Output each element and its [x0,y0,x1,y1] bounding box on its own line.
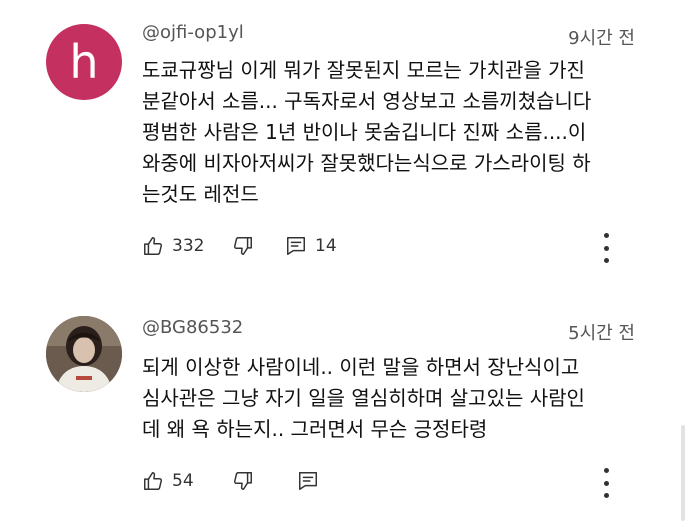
more-vert-icon[interactable] [601,233,611,263]
comment-line: 도쿄규짱님 이게 뭐가 잘못된지 모르는 가치관을 가진 [142,58,585,82]
reply-button[interactable] [297,466,319,496]
avatar[interactable] [46,316,122,392]
comment-text: 도쿄규짱님 이게 뭐가 잘못된지 모르는 가치관을 가진 분같아서 소름... … [142,55,652,210]
like-count: 332 [172,236,205,256]
username[interactable]: @BG86532 [142,317,243,338]
thumbs-up-icon [144,237,163,255]
scrollbar[interactable] [681,425,685,521]
comment-line: 심사관은 그냥 자기 일을 열심히하며 살고있는 사람인 [142,386,585,410]
comment-line: 되게 이상한 사람이네.. 이런 말을 하면서 장난식이고 [142,355,580,379]
comment-text: 되게 이상한 사람이네.. 이런 말을 하면서 장난식이고 심사관은 그냥 자기… [142,352,652,445]
comment-line: 와중에 비자아저씨가 잘못했다는식으로 가스라이팅 하 [142,151,591,175]
reply-button[interactable]: 14 [285,231,337,261]
avatar-letter: h [69,35,99,89]
dislike-button[interactable] [232,466,254,496]
comment-line: 분같아서 소름... 구독자로서 영상보고 소름끼쳤습니다 [142,89,592,113]
avatar[interactable]: h [46,24,122,100]
comment-line: 는것도 레전드 [142,182,259,206]
thumbs-down-icon [233,237,252,255]
reply-icon [287,237,305,255]
timestamp[interactable]: 9시간 전 [568,24,635,50]
like-button[interactable]: 54 [142,466,194,496]
avatar-photo [46,316,122,392]
username[interactable]: @ojfi-op1yl [142,22,244,43]
like-button[interactable]: 332 [142,231,204,261]
like-count: 54 [172,471,194,491]
comment-line: 평범한 사람은 1년 반이나 못숨깁니다 진짜 소름....이 [142,120,587,144]
comment-2: @BG86532 5시간 전 되게 이상한 사람이네.. 이런 말을 하면서 장… [0,300,699,521]
reply-count: 14 [315,236,337,256]
reply-icon [299,472,317,490]
comment-line: 데 왜 욕 하는지.. 그러면서 무슨 긍정타령 [142,417,488,441]
thumbs-down-icon [233,472,252,490]
more-vert-icon[interactable] [601,468,611,498]
comment-1: h @ojfi-op1yl 9시간 전 도쿄규짱님 이게 뭐가 잘못된지 모르는… [0,0,699,290]
dislike-button[interactable] [232,231,254,261]
thumbs-up-icon [144,472,163,490]
timestamp[interactable]: 5시간 전 [568,319,635,345]
